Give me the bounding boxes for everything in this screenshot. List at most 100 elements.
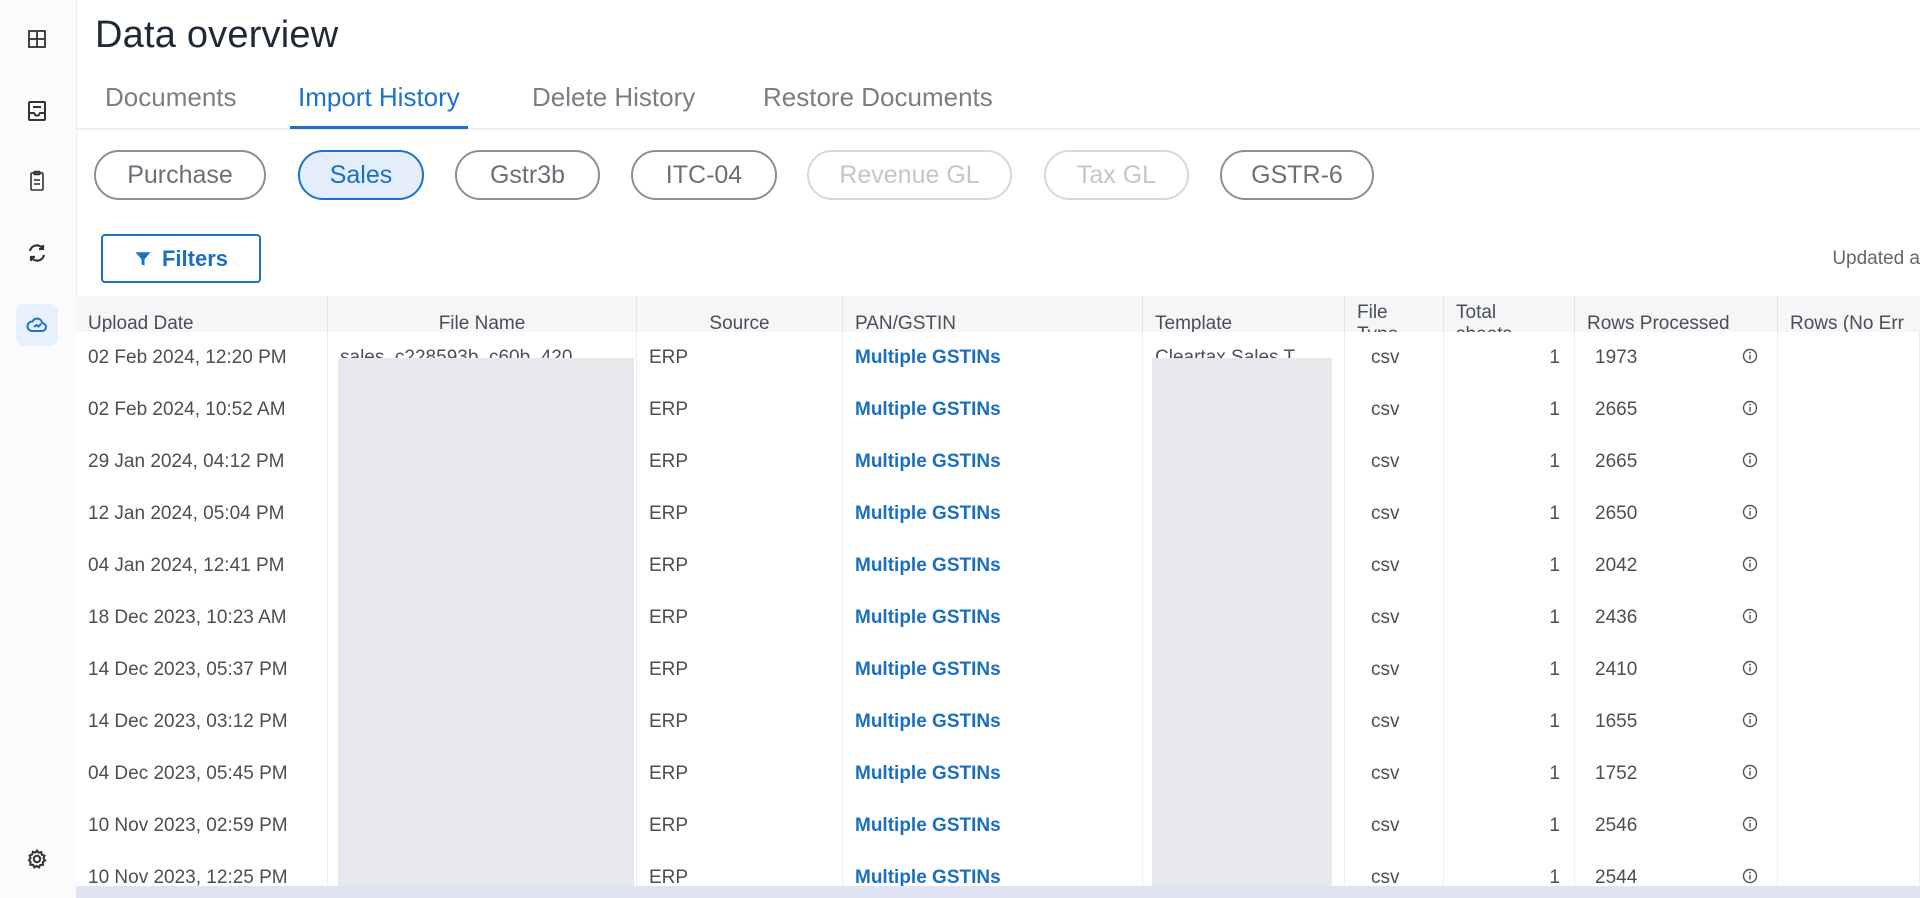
- info-icon[interactable]: [1742, 504, 1758, 520]
- rows-no-errors-cell: [1778, 800, 1920, 852]
- info-icon[interactable]: [1742, 556, 1758, 572]
- rows-no-errors-cell: [1778, 696, 1920, 748]
- pill-gstr-6[interactable]: GSTR-6: [1220, 150, 1374, 200]
- info-icon[interactable]: [1742, 400, 1758, 416]
- source-cell: ERP: [637, 800, 843, 852]
- info-icon[interactable]: [1742, 712, 1758, 728]
- rows-no-errors-cell: [1778, 592, 1920, 644]
- gstin-link[interactable]: Multiple GSTINs: [843, 436, 1143, 488]
- upload-date-cell: 14 Dec 2023, 05:37 PM: [76, 644, 328, 696]
- file-type-cell: csv: [1345, 332, 1444, 384]
- inbox-icon[interactable]: [16, 90, 58, 132]
- file-type-cell: csv: [1345, 800, 1444, 852]
- page-title: Data overview: [95, 14, 339, 56]
- source-cell: ERP: [637, 436, 843, 488]
- filter-icon: [135, 251, 151, 266]
- info-icon[interactable]: [1742, 816, 1758, 832]
- pill-gstr3b[interactable]: Gstr3b: [455, 150, 600, 200]
- total-sheets-cell: 1: [1444, 384, 1575, 436]
- upload-date-cell: 18 Dec 2023, 10:23 AM: [76, 592, 328, 644]
- upload-date-cell: 29 Jan 2024, 04:12 PM: [76, 436, 328, 488]
- gstin-link[interactable]: Multiple GSTINs: [843, 540, 1143, 592]
- file-type-cell: csv: [1345, 748, 1444, 800]
- info-icon[interactable]: [1742, 868, 1758, 884]
- total-sheets-cell: 1: [1444, 332, 1575, 384]
- gstin-link[interactable]: Multiple GSTINs: [843, 800, 1143, 852]
- upload-date-cell: 04 Jan 2024, 12:41 PM: [76, 540, 328, 592]
- redacted-file-names: [338, 358, 634, 888]
- upload-date-cell: 02 Feb 2024, 12:20 PM: [76, 332, 328, 384]
- gstin-link[interactable]: Multiple GSTINs: [843, 852, 1143, 888]
- upload-date-cell: 10 Nov 2023, 02:59 PM: [76, 800, 328, 852]
- total-sheets-cell: 1: [1444, 592, 1575, 644]
- info-icon[interactable]: [1742, 608, 1758, 624]
- tab-documents[interactable]: Documents: [105, 82, 237, 126]
- source-cell: ERP: [637, 852, 843, 888]
- source-cell: ERP: [637, 644, 843, 696]
- gstin-link[interactable]: Multiple GSTINs: [843, 644, 1143, 696]
- info-icon[interactable]: [1742, 764, 1758, 780]
- pill-tax-gl[interactable]: Tax GL: [1044, 150, 1189, 200]
- rows-no-errors-cell: [1778, 384, 1920, 436]
- import-history-table: Upload Date File Name Source PAN/GSTIN T…: [76, 296, 1920, 888]
- pill-revenue-gl[interactable]: Revenue GL: [807, 150, 1012, 200]
- pill-sales[interactable]: Sales: [298, 150, 424, 200]
- tab-bar: Documents Import History Delete History …: [76, 70, 1920, 130]
- rows-no-errors-cell: [1778, 748, 1920, 800]
- file-type-cell: csv: [1345, 540, 1444, 592]
- gstin-link[interactable]: Multiple GSTINs: [843, 332, 1143, 384]
- source-cell: ERP: [637, 332, 843, 384]
- gstin-link[interactable]: Multiple GSTINs: [843, 488, 1143, 540]
- main-content: Data overview Documents Import History D…: [76, 0, 1920, 898]
- rows-no-errors-cell: [1778, 436, 1920, 488]
- info-icon[interactable]: [1742, 348, 1758, 364]
- grid-icon[interactable]: [16, 18, 58, 60]
- pill-itc-04[interactable]: ITC-04: [631, 150, 777, 200]
- info-icon[interactable]: [1742, 660, 1758, 676]
- pill-purchase[interactable]: Purchase: [94, 150, 266, 200]
- info-icon[interactable]: [1742, 452, 1758, 468]
- sidebar: [0, 0, 77, 898]
- tab-delete-history[interactable]: Delete History: [532, 82, 695, 126]
- rows-no-errors-cell: [1778, 852, 1920, 888]
- total-sheets-cell: 1: [1444, 852, 1575, 888]
- gstin-link[interactable]: Multiple GSTINs: [843, 748, 1143, 800]
- clipboard-icon[interactable]: [16, 160, 58, 202]
- cloud-icon[interactable]: [16, 304, 58, 346]
- file-type-cell: csv: [1345, 384, 1444, 436]
- file-type-cell: csv: [1345, 852, 1444, 888]
- rows-no-errors-cell: [1778, 540, 1920, 592]
- upload-date-cell: 02 Feb 2024, 10:52 AM: [76, 384, 328, 436]
- source-cell: ERP: [637, 488, 843, 540]
- total-sheets-cell: 1: [1444, 644, 1575, 696]
- horizontal-scrollbar[interactable]: [76, 886, 1920, 898]
- file-type-cell: csv: [1345, 436, 1444, 488]
- tab-import-history[interactable]: Import History: [290, 82, 468, 129]
- gstin-link[interactable]: Multiple GSTINs: [843, 384, 1143, 436]
- file-type-cell: csv: [1345, 592, 1444, 644]
- tab-restore-documents[interactable]: Restore Documents: [763, 82, 993, 126]
- file-type-cell: csv: [1345, 696, 1444, 748]
- upload-date-cell: 14 Dec 2023, 03:12 PM: [76, 696, 328, 748]
- total-sheets-cell: 1: [1444, 696, 1575, 748]
- rows-no-errors-cell: [1778, 644, 1920, 696]
- total-sheets-cell: 1: [1444, 748, 1575, 800]
- total-sheets-cell: 1: [1444, 436, 1575, 488]
- gstin-link[interactable]: Multiple GSTINs: [843, 592, 1143, 644]
- source-cell: ERP: [637, 748, 843, 800]
- source-cell: ERP: [637, 696, 843, 748]
- source-cell: ERP: [637, 384, 843, 436]
- sync-icon[interactable]: [16, 232, 58, 274]
- rows-no-errors-cell: [1778, 332, 1920, 384]
- total-sheets-cell: 1: [1444, 488, 1575, 540]
- source-cell: ERP: [637, 592, 843, 644]
- source-cell: ERP: [637, 540, 843, 592]
- filters-button[interactable]: Filters: [101, 234, 261, 283]
- redacted-templates: [1152, 358, 1332, 888]
- file-type-cell: csv: [1345, 488, 1444, 540]
- updated-at-text: Updated a: [1832, 248, 1920, 269]
- gstin-link[interactable]: Multiple GSTINs: [843, 696, 1143, 748]
- rows-no-errors-cell: [1778, 488, 1920, 540]
- settings-icon[interactable]: [16, 838, 58, 880]
- filters-label: Filters: [161, 245, 229, 271]
